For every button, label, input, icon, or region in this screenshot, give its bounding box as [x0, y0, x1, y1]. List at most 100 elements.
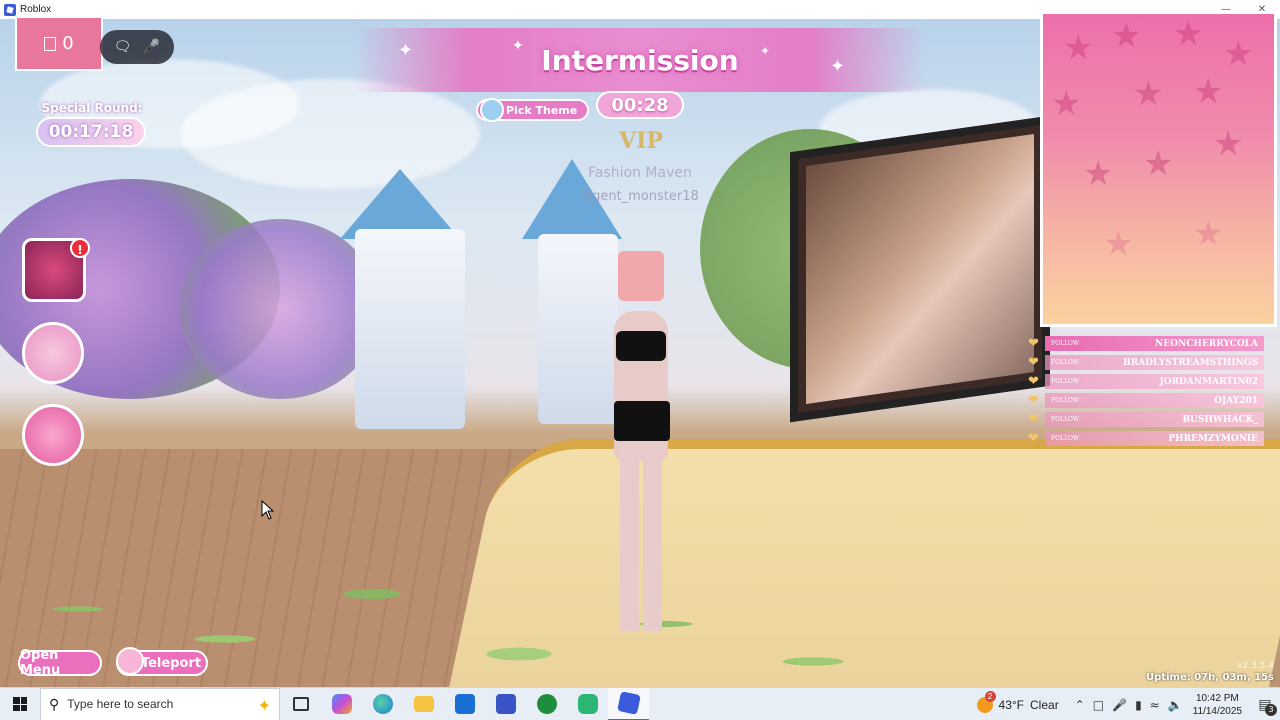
- search-placeholder: Type here to search: [67, 697, 174, 711]
- follower-name: JORDANMARTIN02: [1159, 376, 1258, 387]
- vip-badge: VIP: [619, 128, 663, 154]
- sparkle-icon: ✦: [257, 697, 271, 715]
- open-menu-button[interactable]: Open Menu: [18, 648, 102, 678]
- follower-row: ❤ FOLLOW OJAY201: [1028, 391, 1264, 410]
- star-icon: ★: [1213, 124, 1244, 164]
- star-icon: ★: [1173, 14, 1204, 54]
- star-icon: ★: [1051, 84, 1082, 124]
- heart-icon: ❤: [1028, 354, 1039, 370]
- notification-count: 3: [1265, 704, 1277, 716]
- windows-taskbar: ⚲ Type here to search ✦ 2 43°F Clear ⌃ □…: [0, 687, 1280, 720]
- search-icon: ⚲: [49, 695, 60, 712]
- wisteria-tree: [180, 219, 380, 399]
- edge-icon[interactable]: [362, 688, 403, 720]
- volume-icon[interactable]: 🔈: [1168, 698, 1183, 712]
- player-title-tag: Fashion Maven: [588, 165, 692, 181]
- clock-time: 10:42 PM: [1195, 692, 1239, 704]
- sparkle-icon: ✦: [398, 40, 414, 61]
- player-name-tag: Agent_monster18: [583, 189, 699, 204]
- star-icon: ★: [1133, 74, 1164, 114]
- discord-icon[interactable]: [567, 688, 608, 720]
- currency-value: 0: [62, 33, 74, 54]
- version-label: v2.3.5.4: [1237, 661, 1274, 671]
- mic-muted-icon[interactable]: 🎤: [143, 39, 161, 55]
- roblox-icon: [4, 3, 16, 16]
- system-tray: 2 43°F Clear ⌃ □ 🎤 ▮ ≈ 🔈 10:42 PM 11/14/…: [976, 688, 1280, 720]
- follower-row: ❤ FOLLOW JORDANMARTIN02: [1028, 372, 1264, 391]
- teleport-button[interactable]: Teleport: [116, 647, 208, 676]
- wifi-icon[interactable]: ≈: [1150, 698, 1160, 712]
- chat-icon[interactable]: 🗨: [114, 39, 132, 55]
- pick-theme-icon: [480, 98, 504, 122]
- heart-icon: ❤: [1028, 373, 1039, 389]
- weather-text: Clear: [1030, 697, 1059, 712]
- follower-row: ❤ FOLLOW BRADLYSTREAMSTHINGS: [1028, 353, 1264, 372]
- follower-name: OJAY201: [1214, 395, 1258, 406]
- star-icon: ★: [1083, 154, 1114, 194]
- heart-icon: ❤: [1028, 392, 1039, 408]
- heart-icon: ❤: [1028, 430, 1039, 446]
- currency-icon: [44, 36, 57, 51]
- sparkle-icon: ✦: [830, 56, 846, 77]
- tower: [355, 229, 465, 429]
- star-icon: ★: [1193, 214, 1224, 254]
- battery-icon[interactable]: ▮: [1135, 698, 1142, 712]
- chat-voice-controls: 🗨 🎤: [100, 30, 174, 64]
- star-icon: ★: [1111, 16, 1142, 56]
- notification-badge: !: [70, 238, 90, 258]
- file-explorer-icon[interactable]: [403, 688, 444, 720]
- teleport-icon: [116, 647, 144, 675]
- notification-center-button[interactable]: ▤ 3: [1250, 688, 1280, 720]
- roblox-taskbar-icon[interactable]: [608, 687, 649, 720]
- follower-row: ❤ FOLLOW BUSHWHACK_: [1028, 410, 1264, 429]
- windows-logo-icon: [13, 697, 27, 711]
- follower-row: ❤ FOLLOW NEONCHERRYCOLA: [1028, 334, 1264, 353]
- avatar-legs: [620, 441, 662, 631]
- heart-icon: ❤: [1028, 411, 1039, 427]
- currency-counter[interactable]: 0: [15, 16, 103, 71]
- app-icon[interactable]: [485, 688, 526, 720]
- round-timer: 00:28: [596, 91, 684, 119]
- recent-followers-list: ❤ FOLLOW NEONCHERRYCOLA ❤ FOLLOW BRADLYSTREA…: [1028, 334, 1264, 448]
- taskbar-clock[interactable]: 10:42 PM 11/14/2025: [1193, 692, 1242, 718]
- star-icon: ★: [1103, 224, 1134, 264]
- chevron-up-icon[interactable]: ⌃: [1075, 698, 1085, 712]
- banner-title: Intermission: [541, 43, 739, 77]
- task-view-icon[interactable]: [280, 688, 321, 720]
- shop-bag-button[interactable]: [22, 404, 84, 466]
- weather-temp: 43°F: [998, 697, 1025, 712]
- mic-icon[interactable]: 🎤: [1112, 698, 1127, 712]
- avatar-head: [618, 251, 664, 301]
- star-icon: ★: [1063, 28, 1094, 68]
- clock-date: 11/14/2025: [1192, 705, 1242, 717]
- sparkle-icon: ✦: [512, 38, 524, 54]
- taskbar-search-box[interactable]: ⚲ Type here to search ✦: [40, 687, 280, 720]
- pick-theme-button[interactable]: Pick Theme: [476, 98, 590, 122]
- player-avatar[interactable]: [596, 251, 686, 651]
- star-icon: ★: [1143, 144, 1174, 184]
- weather-widget[interactable]: 2 43°F Clear: [976, 690, 1059, 713]
- follower-name: NEONCHERRYCOLA: [1155, 338, 1258, 349]
- outlook-icon[interactable]: [444, 688, 485, 720]
- stream-overlay-panel: ★ ★ ★ ★ ★ ★ ★ ★ ★ ★ ★ ★: [1040, 11, 1277, 327]
- special-round-label: Special Round:: [41, 101, 143, 115]
- pick-theme-label: Pick Theme: [506, 103, 578, 117]
- window-title: Roblox: [20, 4, 52, 15]
- copilot-app-icon[interactable]: [321, 688, 362, 720]
- xbox-icon[interactable]: [526, 688, 567, 720]
- follower-name: PHREMZYMONIE: [1168, 433, 1258, 444]
- avatar-top: [616, 331, 666, 361]
- follower-row: ❤ FOLLOW PHREMZYMONIE: [1028, 429, 1264, 448]
- follower-name: BRADLYSTREAMSTHINGS: [1123, 357, 1258, 368]
- follower-name: BUSHWHACK_: [1182, 414, 1258, 425]
- star-icon: ★: [1223, 34, 1254, 74]
- uptime-label: Uptime: 07h, 03m, 15s: [1146, 672, 1274, 683]
- start-button[interactable]: [0, 688, 40, 720]
- outfit-button[interactable]: [22, 322, 84, 384]
- sparkle-icon: ✦: [760, 44, 771, 58]
- tray-icons: ⌃ □ 🎤 ▮ ≈ 🔈: [1075, 698, 1183, 712]
- screen-image: [806, 133, 1034, 405]
- star-icon: ★: [1193, 72, 1224, 112]
- video-screen: [790, 115, 1050, 423]
- device-icon[interactable]: □: [1093, 698, 1104, 712]
